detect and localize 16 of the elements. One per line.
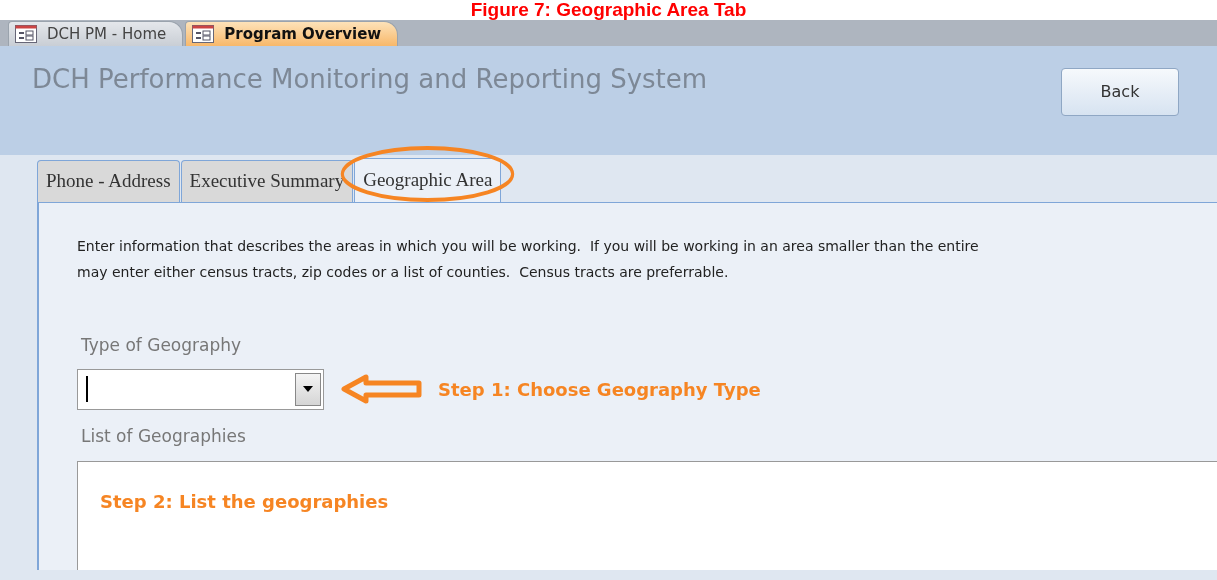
form-icon <box>15 25 37 43</box>
instruction-text: may enter either census tracts, zip codes or a list of counties. Census tracts are preferrable. <box>77 263 730 282</box>
instruction-text: Enter information that describes the areas in which you will be working. If you will be working in an area smaller than the entire <box>77 237 980 256</box>
field-label: Type of Geography <box>81 334 243 357</box>
form-tab[interactable]: Geographic Area <box>354 158 502 202</box>
document-tab[interactable]: DCH PM - Home <box>8 21 184 46</box>
form-tab[interactable]: Phone - Address <box>37 160 180 202</box>
form-icon <box>192 25 215 43</box>
back-button[interactable]: Back <box>1061 68 1179 116</box>
form-tab[interactable]: Executive Summary <box>180 160 354 202</box>
step-annotation: Step 1: Choose Geography Type <box>438 377 761 402</box>
app-title: DCH Performance Monitoring and Reporting System <box>32 63 708 96</box>
document-tab[interactable]: Program Overview <box>185 21 399 46</box>
figure-caption: Figure 7: Geographic Area Tab <box>470 0 747 20</box>
step-annotation: Step 2: List the geographies <box>100 491 389 512</box>
field-label: List of Geographies <box>81 424 247 448</box>
